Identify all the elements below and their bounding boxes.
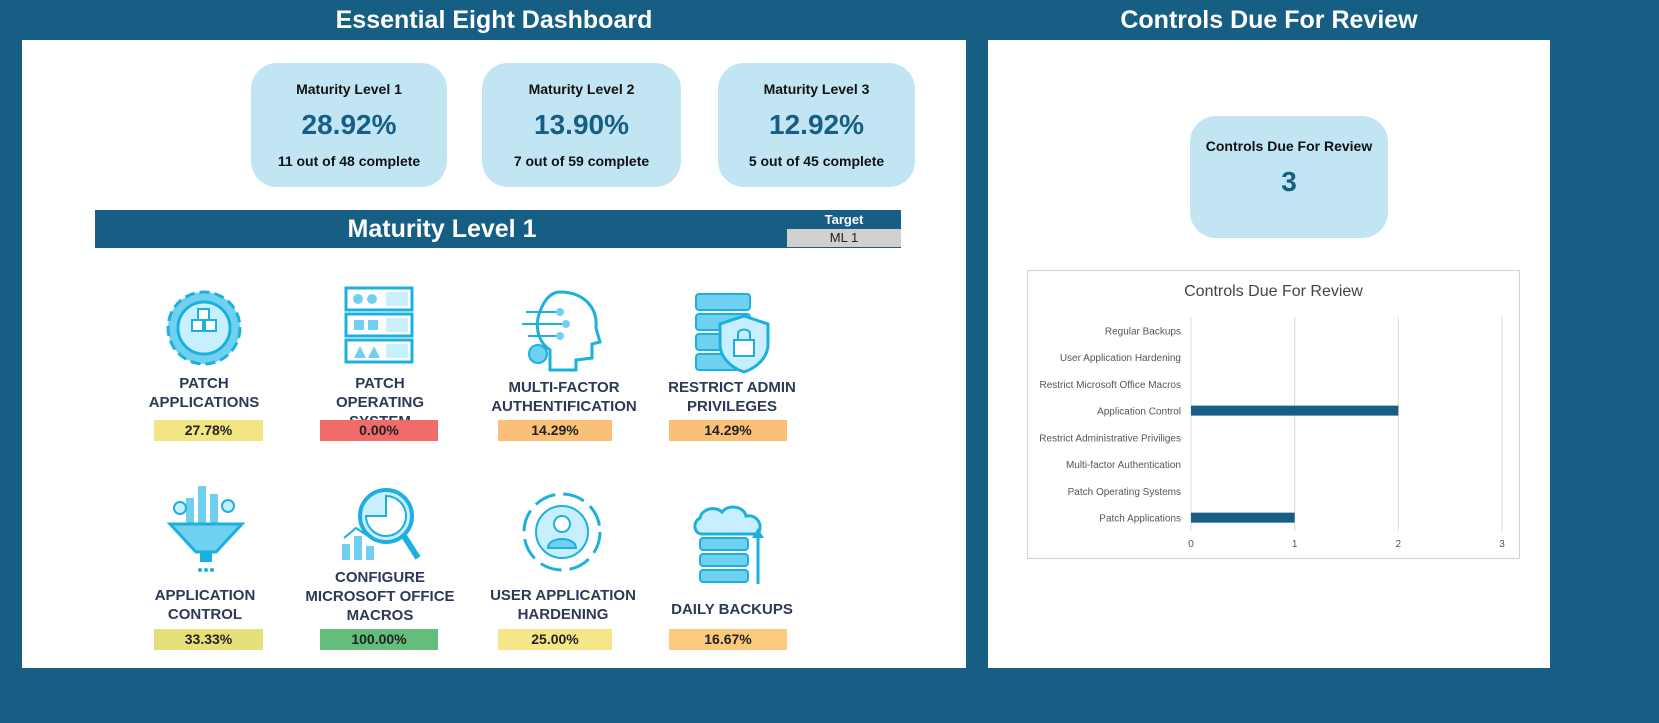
- category-label: Patch Applications: [1099, 514, 1181, 525]
- maturity-card-3: Maturity Level 3 12.92% 5 out of 45 comp…: [718, 63, 915, 187]
- dashboard-title: Essential Eight Dashboard: [335, 6, 653, 34]
- card-subtitle: 11 out of 48 complete: [277, 153, 421, 169]
- review-panel: Controls Due For Review 3 Controls Due F…: [988, 40, 1550, 668]
- tile-value-daily-backups: 16.67%: [669, 629, 787, 650]
- tile-label-configure-macros: CONFIGURE MICROSOFT OFFICE MACROS: [305, 569, 455, 624]
- review-chart: Controls Due For Review 0 1 2 3 Regular Back…: [1027, 270, 1520, 559]
- bar: [1191, 405, 1399, 416]
- review-title: Controls Due For Review: [1120, 6, 1418, 34]
- category-label: Restrict Microsoft Office Macros: [1039, 380, 1181, 391]
- maturity-card-1: Maturity Level 1 28.92% 11 out of 48 com…: [251, 63, 447, 187]
- category-label: Application Control: [1097, 407, 1181, 418]
- tile-label-user-app-hardening: USER APPLICATION HARDENING: [490, 587, 636, 623]
- tile-value-user-app-hardening: 25.00%: [498, 629, 612, 650]
- magnifier-chart-icon: [342, 488, 421, 560]
- card-title: Maturity Level 3: [763, 81, 870, 97]
- target-value[interactable]: ML 1: [787, 229, 901, 247]
- review-card: Controls Due For Review 3: [1190, 116, 1388, 238]
- category-label: Multi-factor Authentication: [1066, 460, 1181, 471]
- cloud-server-icon: [693, 505, 764, 584]
- tile-label-daily-backups: DAILY BACKUPS: [671, 601, 793, 618]
- server-rack-icon: [344, 286, 414, 364]
- tile-value-application-control: 33.33%: [154, 629, 263, 650]
- tile-label-multi-factor: MULTI-FACTOR AUTHENTIFICATION: [491, 379, 637, 415]
- category-label: Regular Backups: [1105, 326, 1181, 337]
- dashboard-panel: Maturity Level 1 28.92% 11 out of 48 com…: [22, 40, 966, 668]
- card-subtitle: 5 out of 45 complete: [748, 153, 885, 169]
- tile-label-application-control: APPLICATION CONTROL: [154, 587, 256, 623]
- review-card-value: 3: [1281, 166, 1297, 197]
- tile-label-patch-applications: PATCH APPLICATIONS: [148, 375, 260, 411]
- x-tick-label: 3: [1499, 539, 1505, 550]
- card-title: Maturity Level 1: [296, 81, 402, 97]
- card-value: 28.92%: [301, 109, 397, 140]
- tile-value-restrict-admin: 14.29%: [669, 420, 787, 441]
- x-tick-label: 2: [1396, 539, 1402, 550]
- tile-value-patch-applications: 27.78%: [154, 420, 263, 441]
- category-label: User Application Hardening: [1060, 353, 1181, 364]
- tile-label-restrict-admin: RESTRICT ADMIN PRIVILEGES: [668, 379, 796, 415]
- ai-head-icon: [522, 290, 602, 372]
- card-value: 12.92%: [769, 109, 864, 140]
- bar: [1191, 512, 1295, 523]
- section-header: Maturity Level 1 Target ML 1: [95, 210, 901, 248]
- tile-value-patch-operating-system: 0.00%: [320, 420, 438, 441]
- x-tick-label: 1: [1292, 539, 1298, 550]
- card-value: 13.90%: [534, 109, 629, 140]
- category-label: Patch Operating Systems: [1068, 487, 1181, 498]
- review-card-title: Controls Due For Review: [1205, 138, 1373, 154]
- gear-cubes-icon: [166, 290, 242, 366]
- card-title: Maturity Level 2: [528, 81, 635, 97]
- category-label: Restrict Administrative Priviliges: [1039, 433, 1181, 444]
- funnel-icon: [166, 486, 246, 572]
- bar-chart: 0 1 2 3 Regular Backups User Application Hard…: [1039, 317, 1505, 550]
- tile-value-multi-factor: 14.29%: [498, 420, 612, 441]
- target-label: Target: [824, 212, 864, 227]
- section-title: Maturity Level 1: [347, 215, 537, 243]
- server-lock-icon: [695, 293, 770, 374]
- user-cycle-icon: [522, 492, 602, 572]
- tile-value-configure-macros: 100.00%: [320, 629, 438, 650]
- x-tick-label: 0: [1188, 539, 1194, 550]
- card-subtitle: 7 out of 59 complete: [513, 153, 650, 169]
- maturity-card-2: Maturity Level 2 13.90% 7 out of 59 comp…: [482, 63, 681, 187]
